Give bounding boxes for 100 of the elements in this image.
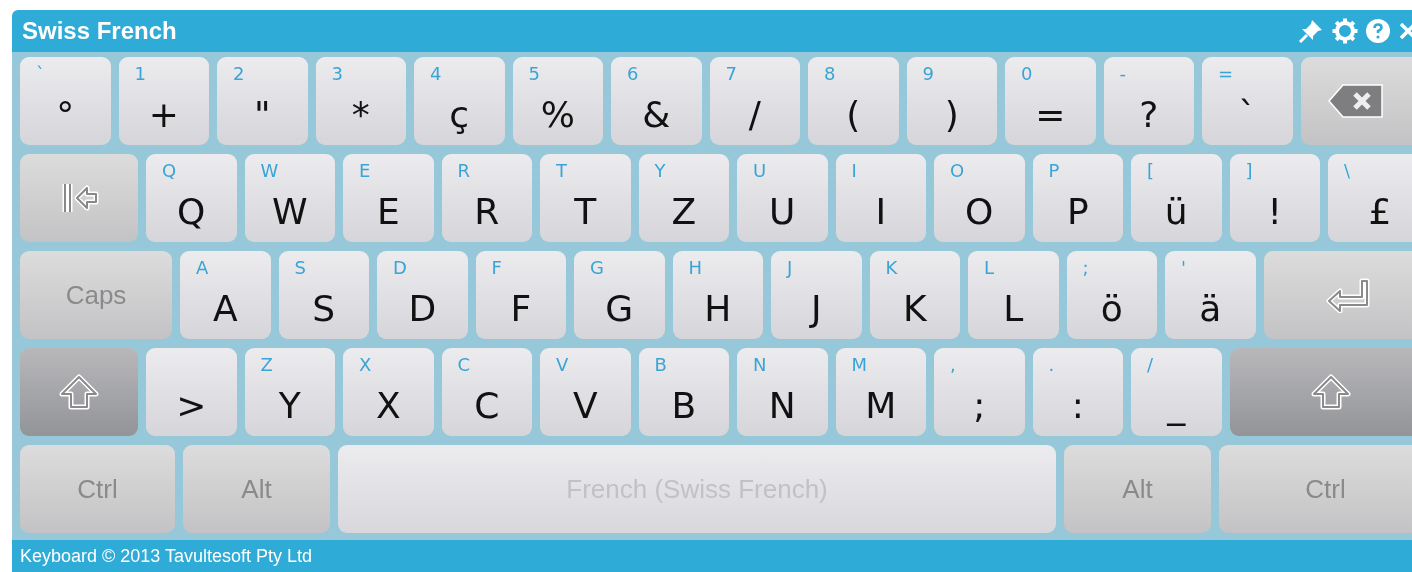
key-hint: I xyxy=(851,162,857,180)
key[interactable]: T T xyxy=(540,154,631,242)
key[interactable]: I I xyxy=(835,154,926,242)
key-hint: 9 xyxy=(922,65,934,83)
backspace-icon xyxy=(1327,83,1386,119)
key[interactable]: 9 ) xyxy=(906,57,997,145)
key[interactable]: 6 & xyxy=(611,57,702,145)
key[interactable]: L L xyxy=(968,251,1059,339)
key[interactable]: R R xyxy=(441,154,532,242)
key-hint: N xyxy=(753,356,767,374)
key[interactable]: 0 = xyxy=(1005,57,1096,145)
key-hint: S xyxy=(294,259,306,277)
key[interactable]: H H xyxy=(672,251,763,339)
key[interactable]: 5 % xyxy=(512,57,603,145)
key-hint: W xyxy=(260,162,279,180)
key[interactable]: M M xyxy=(835,348,926,436)
key[interactable]: S S xyxy=(278,251,369,339)
status-text: Keyboard © 2013 Tavultesoft Pty Ltd xyxy=(20,545,313,567)
key[interactable]: P P xyxy=(1032,154,1123,242)
key-hint: 2 xyxy=(233,65,245,83)
key[interactable]: C C xyxy=(441,348,532,436)
key-hint: Y xyxy=(654,162,666,180)
key[interactable]: 3 * xyxy=(315,57,406,145)
key[interactable]: - ? xyxy=(1103,57,1194,145)
shift-key[interactable] xyxy=(20,348,138,436)
key[interactable]: > xyxy=(146,348,237,436)
close-icon[interactable] xyxy=(1398,21,1412,41)
key[interactable]: A A xyxy=(180,251,271,339)
key-hint: F xyxy=(491,259,502,277)
key[interactable]: ' ä xyxy=(1165,251,1256,339)
key[interactable]: ` ° xyxy=(20,57,111,145)
key-hint: J xyxy=(787,259,793,277)
key-hint: C xyxy=(457,356,471,374)
key[interactable]: , ; xyxy=(934,348,1025,436)
pin-icon[interactable] xyxy=(1298,18,1324,44)
key-hint: 4 xyxy=(430,65,442,83)
key[interactable]: 7 / xyxy=(709,57,800,145)
enter-icon xyxy=(1325,277,1370,313)
key[interactable]: G G xyxy=(574,251,665,339)
key-hint: 3 xyxy=(331,65,343,83)
key-hint: ; xyxy=(1082,259,1089,277)
tab-key[interactable] xyxy=(20,154,138,242)
key-hint: P xyxy=(1048,162,1060,180)
key-hint: ] xyxy=(1245,162,1253,180)
key[interactable]: J J xyxy=(771,251,862,339)
key[interactable]: 8 ( xyxy=(808,57,899,145)
key-hint: O xyxy=(950,162,965,180)
key[interactable]: O O xyxy=(934,154,1025,242)
key-hint: M xyxy=(851,356,868,374)
key[interactable]: E E xyxy=(343,154,434,242)
key-hint: E xyxy=(359,162,371,180)
key[interactable]: U U xyxy=(737,154,828,242)
key-hint: H xyxy=(688,259,703,277)
key[interactable]: 1 + xyxy=(118,57,209,145)
key-hint: / xyxy=(1147,356,1154,374)
key-hint: ' xyxy=(1181,259,1186,277)
key[interactable]: F F xyxy=(475,251,566,339)
key-hint: G xyxy=(590,259,604,277)
key-hint: [ xyxy=(1147,162,1155,180)
key[interactable]: K K xyxy=(869,251,960,339)
help-icon[interactable] xyxy=(1366,19,1390,43)
key[interactable]: [ ü xyxy=(1131,154,1222,242)
key-hint: 8 xyxy=(824,65,836,83)
key-hint: B xyxy=(654,356,667,374)
key-hint: T xyxy=(556,162,567,180)
key-hint: ` xyxy=(36,65,45,83)
key-hint: - xyxy=(1119,65,1126,83)
key-hint: K xyxy=(885,259,898,277)
key[interactable]: ] ! xyxy=(1229,154,1320,242)
key[interactable]: X X xyxy=(343,348,434,436)
key[interactable]: V V xyxy=(540,348,631,436)
key[interactable]: \ £ xyxy=(1328,154,1412,242)
key[interactable]: ; ö xyxy=(1066,251,1157,339)
key-hint: D xyxy=(393,259,407,277)
window-title: Swiss French xyxy=(22,17,178,45)
enter-key[interactable] xyxy=(1263,251,1412,339)
key[interactable]: 2 " xyxy=(217,57,308,145)
key-hint: 6 xyxy=(627,65,639,83)
key-hint: Z xyxy=(260,356,273,374)
key-hint: A xyxy=(196,259,209,277)
shift-key[interactable] xyxy=(1229,348,1412,436)
key[interactable]: 4 ç xyxy=(414,57,505,145)
key-hint: . xyxy=(1048,356,1055,374)
backspace-key[interactable] xyxy=(1300,57,1412,145)
key-hint: U xyxy=(753,162,767,180)
key[interactable]: = ` xyxy=(1202,57,1293,145)
key-hint: R xyxy=(457,162,470,180)
key[interactable]: W W xyxy=(244,154,335,242)
key-hint: Q xyxy=(162,162,177,180)
key[interactable]: N N xyxy=(737,348,828,436)
key[interactable]: D D xyxy=(377,251,468,339)
settings-icon[interactable] xyxy=(1332,18,1358,44)
key-hint: 1 xyxy=(134,65,146,83)
key[interactable]: Y Z xyxy=(638,154,729,242)
key-hint: 7 xyxy=(725,65,737,83)
key[interactable]: . : xyxy=(1032,348,1123,436)
key[interactable]: Q Q xyxy=(146,154,237,242)
key[interactable]: / _ xyxy=(1131,348,1222,436)
key[interactable]: B B xyxy=(638,348,729,436)
key[interactable]: Z Y xyxy=(244,348,335,436)
